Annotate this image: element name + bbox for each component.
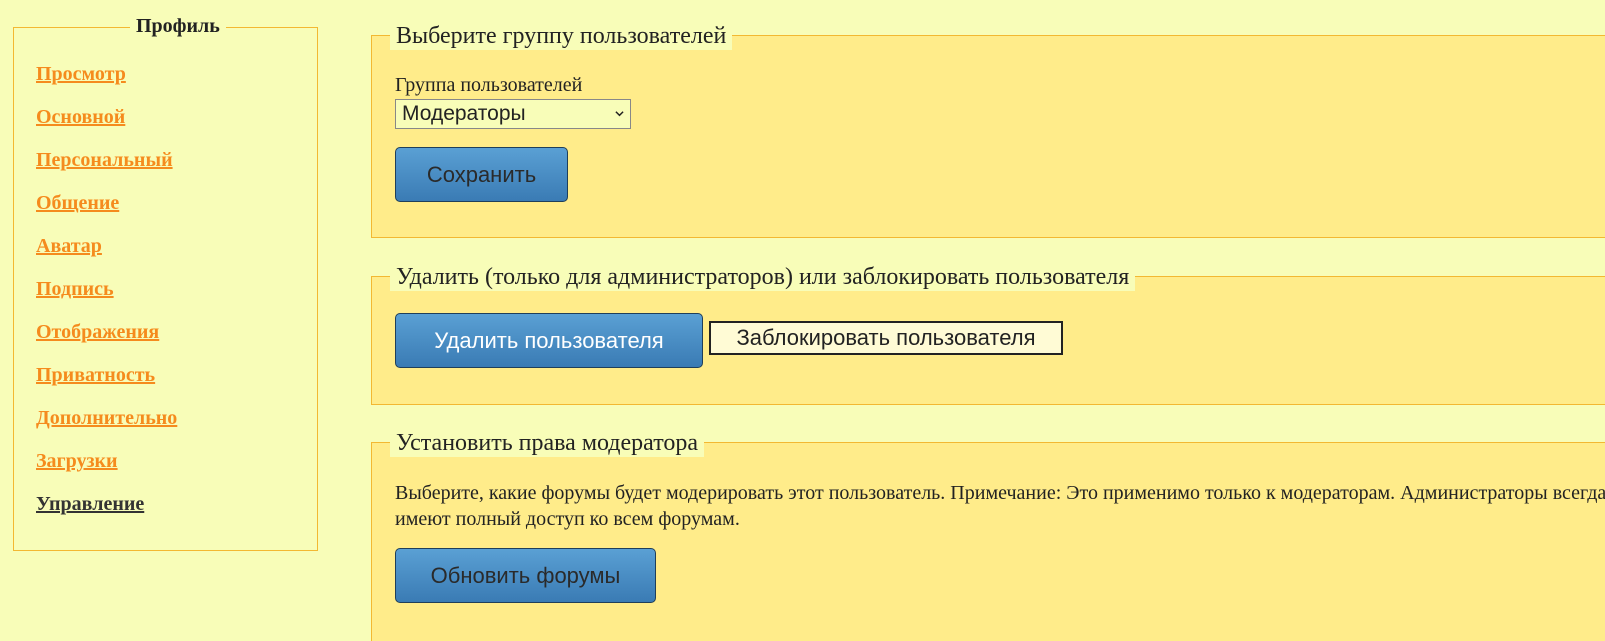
sidebar-link-display[interactable]: Отображения — [36, 321, 159, 343]
page: Профиль Просмотр Основной Персональный О… — [0, 0, 1605, 641]
sidebar-title: Профиль — [130, 15, 226, 38]
user-group-selected-value: Модераторы — [402, 102, 526, 125]
sidebar-menu: Просмотр Основной Персональный Общение А… — [36, 62, 177, 535]
update-forums-button[interactable]: Обновить форумы — [395, 548, 656, 603]
sidebar-link-view[interactable]: Просмотр — [36, 63, 126, 85]
sidebar-link-messaging[interactable]: Общение — [36, 192, 119, 214]
user-group-select[interactable]: Модераторы — [395, 99, 631, 129]
chevron-down-icon — [615, 111, 624, 117]
sidebar-item-personal: Персональный — [36, 148, 177, 191]
sidebar-item-avatar: Аватар — [36, 234, 177, 277]
sidebar-link-signature[interactable]: Подпись — [36, 278, 114, 300]
moderator-rights-section: Установить права модератора Выберите, ка… — [371, 429, 1605, 641]
moderator-rights-legend: Установить права модератора — [390, 429, 705, 457]
user-group-label: Группа пользователей — [395, 74, 583, 96]
user-group-section: Выберите группу пользователей Группа пол… — [371, 22, 1605, 238]
delete-user-button[interactable]: Удалить пользователя — [395, 313, 703, 368]
sidebar-link-avatar[interactable]: Аватар — [36, 235, 102, 257]
sidebar-link-basic[interactable]: Основной — [36, 106, 125, 128]
sidebar-item-messaging: Общение — [36, 191, 177, 234]
sidebar-item-advanced: Дополнительно — [36, 406, 177, 449]
delete-ban-legend: Удалить (только для администраторов) или… — [390, 263, 1136, 291]
sidebar-item-view: Просмотр — [36, 62, 177, 105]
sidebar-link-advanced[interactable]: Дополнительно — [36, 407, 177, 429]
sidebar-link-privacy[interactable]: Приватность — [36, 364, 155, 386]
sidebar-item-uploads: Загрузки — [36, 449, 177, 492]
user-group-legend: Выберите группу пользователей — [390, 22, 733, 50]
sidebar-link-uploads[interactable]: Загрузки — [36, 450, 118, 472]
save-button[interactable]: Сохранить — [395, 147, 568, 202]
sidebar-item-signature: Подпись — [36, 277, 177, 320]
ban-user-button[interactable]: Заблокировать пользователя — [709, 321, 1063, 355]
sidebar-link-personal[interactable]: Персональный — [36, 149, 173, 171]
profile-sidebar: Профиль Просмотр Основной Персональный О… — [13, 15, 318, 551]
delete-ban-section: Удалить (только для администраторов) или… — [371, 263, 1605, 405]
sidebar-item-administration: Управление — [36, 492, 177, 535]
sidebar-item-basic: Основной — [36, 105, 177, 148]
sidebar-item-privacy: Приватность — [36, 363, 177, 406]
sidebar-link-administration[interactable]: Управление — [36, 493, 144, 515]
sidebar-item-display: Отображения — [36, 320, 177, 363]
moderator-description: Выберите, какие форумы будет модерироват… — [395, 482, 1605, 530]
